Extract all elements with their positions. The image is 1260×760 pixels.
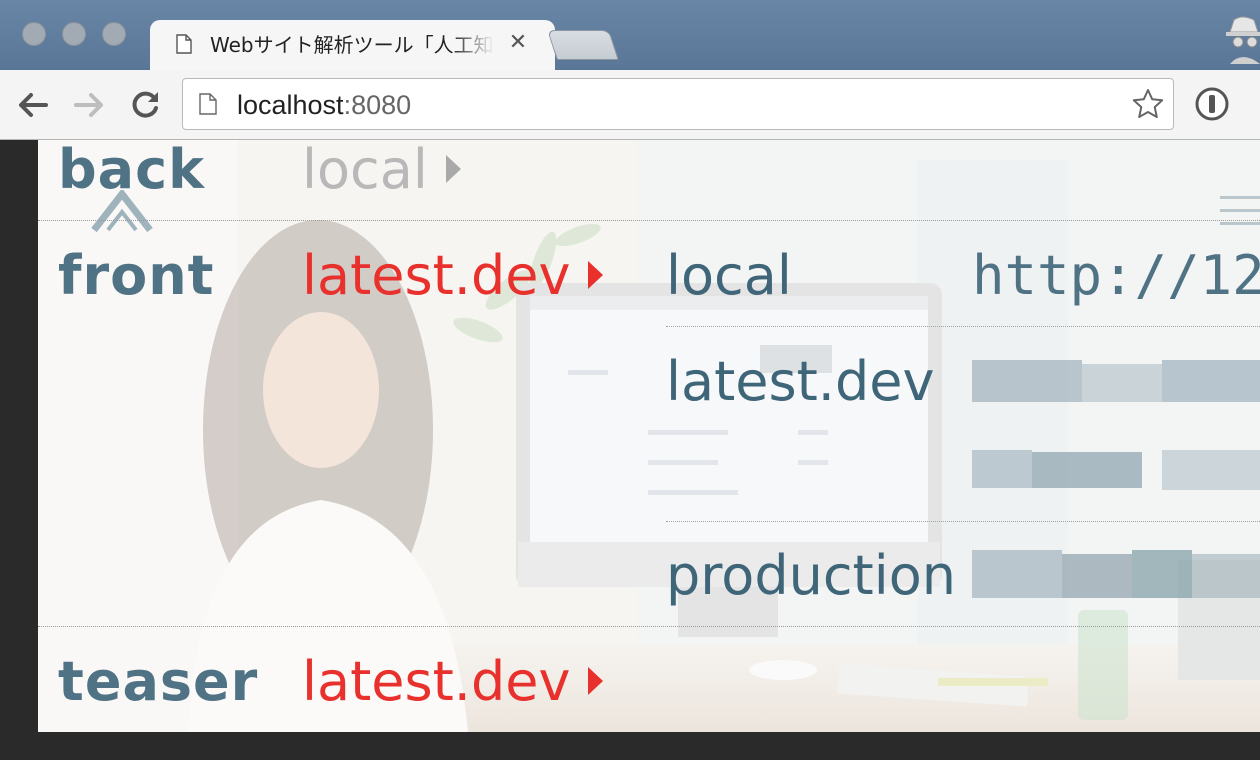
browser-toolbar: localhost:8080 [0,70,1260,140]
env-selector-label: latest.dev [302,650,571,713]
page-viewport: back local front latest.dev teaser lates… [38,140,1260,732]
env-selector-back[interactable]: local [302,140,461,202]
address-bar[interactable]: localhost:8080 [182,78,1174,130]
tab-close-icon[interactable]: ✕ [506,28,530,58]
forward-arrow-icon[interactable] [72,88,106,122]
caret-right-icon [445,155,461,184]
url-host: localhost [237,90,344,120]
caret-right-icon [588,261,604,290]
bookmark-star-icon[interactable] [1131,87,1165,121]
back-arrow-icon[interactable] [16,88,50,122]
window-minimize-button[interactable] [62,22,86,46]
env-selector-label: latest.dev [302,244,571,307]
env-name-latest-dev[interactable]: latest.dev [666,350,934,414]
page-icon [199,93,217,115]
env-name-local[interactable]: local [666,244,792,308]
incognito-icon [1226,16,1260,64]
browser-titlebar: Webサイト解析ツール「人工知 ✕ [0,0,1260,70]
env-selector-teaser[interactable]: latest.dev [302,650,604,714]
page-icon [176,34,192,54]
env-name-production[interactable]: production [666,544,956,608]
project-label-front: front [58,244,215,307]
pixelated-url-latest-dev [972,360,1260,500]
pixelated-url-production [972,550,1260,600]
env-divider [666,521,1260,522]
env-selector-label: local [302,140,428,201]
project-label-back: back [58,140,206,201]
new-tab-button[interactable] [547,30,619,60]
project-label-teaser: teaser [58,650,259,713]
row-divider [38,220,1260,221]
hamburger-menu-icon[interactable] [1220,192,1260,230]
row-divider [38,626,1260,627]
browser-tab-active[interactable]: Webサイト解析ツール「人工知 ✕ [150,20,555,70]
tab-title: Webサイト解析ツール「人工知 [210,33,494,57]
caret-right-icon [588,667,604,696]
window-close-button[interactable] [22,22,46,46]
env-selector-front[interactable]: latest.dev [302,244,604,308]
env-url-local[interactable]: http://127 [972,244,1260,308]
url-text[interactable]: localhost:8080 [237,87,411,123]
env-divider [666,326,1260,327]
window-zoom-button[interactable] [102,22,126,46]
password-manager-icon[interactable] [1194,86,1230,122]
url-port: :8080 [343,90,412,120]
reload-icon[interactable] [128,88,162,122]
